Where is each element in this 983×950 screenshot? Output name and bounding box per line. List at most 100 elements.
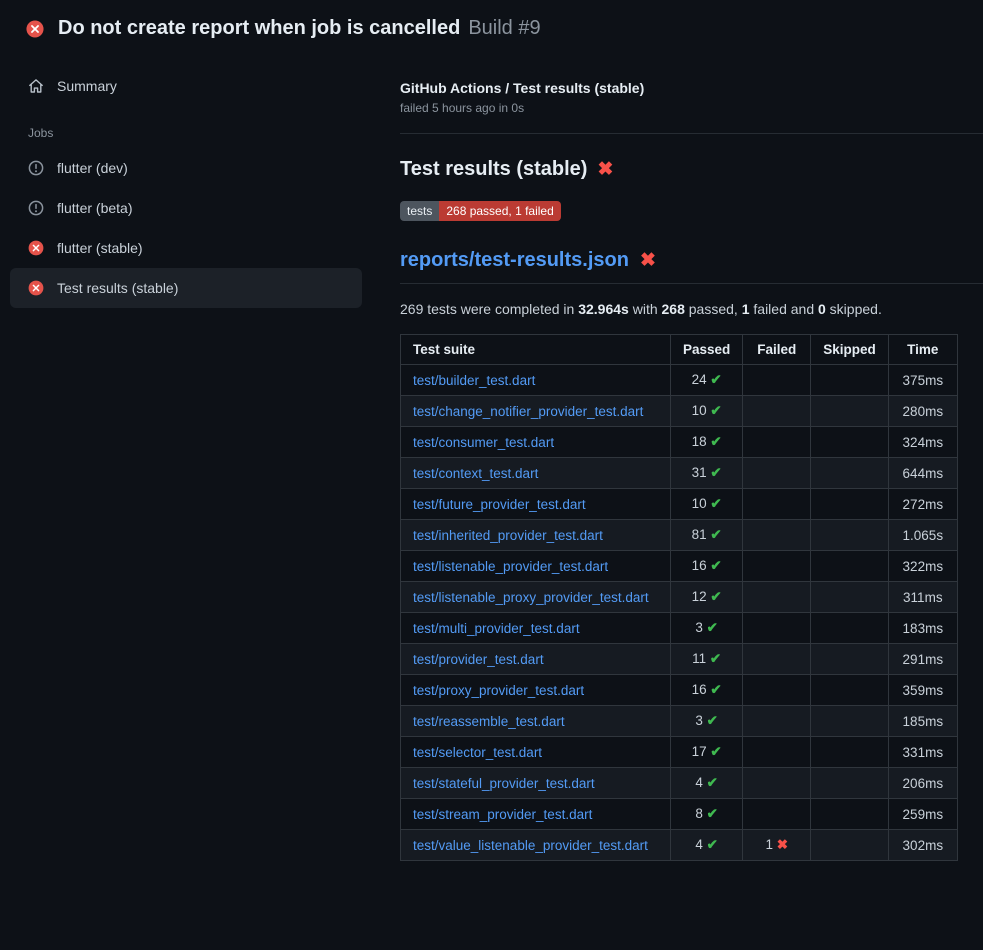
time-cell: 272ms <box>888 489 957 520</box>
test-suite-link[interactable]: test/provider_test.dart <box>413 652 544 667</box>
neutral-status-icon <box>28 200 44 216</box>
sidebar: Summary Jobs flutter (dev) flut <box>0 52 374 308</box>
check-icon: ✔ <box>710 527 721 542</box>
test-suite-link[interactable]: test/multi_provider_test.dart <box>413 621 580 636</box>
check-icon: ✔ <box>710 589 721 604</box>
failed-cell <box>743 520 811 551</box>
check-icon: ✔ <box>710 651 721 666</box>
sidebar-item-label: flutter (stable) <box>57 240 143 256</box>
time-cell: 183ms <box>888 613 957 644</box>
sidebar-item-flutter-dev[interactable]: flutter (dev) <box>10 148 362 188</box>
skipped-cell <box>811 396 889 427</box>
test-suite-link[interactable]: test/change_notifier_provider_test.dart <box>413 404 643 419</box>
sidebar-item-label: Test results (stable) <box>57 280 178 296</box>
test-suite-link[interactable]: test/value_listenable_provider_test.dart <box>413 838 648 853</box>
check-icon: ✔ <box>710 744 721 759</box>
failed-cell <box>743 768 811 799</box>
badge-value: 268 passed, 1 failed <box>439 201 560 221</box>
report-link[interactable]: reports/test-results.json <box>400 249 629 272</box>
check-icon: ✔ <box>710 558 721 573</box>
test-suite-link[interactable]: test/stateful_provider_test.dart <box>413 776 595 791</box>
time-cell: 291ms <box>888 644 957 675</box>
page-header: Do not create report when job is cancell… <box>0 0 983 52</box>
test-suite-link[interactable]: test/builder_test.dart <box>413 373 535 388</box>
time-cell: 331ms <box>888 737 957 768</box>
neutral-status-icon <box>28 160 44 176</box>
check-icon: ✔ <box>710 403 721 418</box>
passed-cell: 17 ✔ <box>671 737 743 768</box>
passed-cell: 3 ✔ <box>671 613 743 644</box>
test-suite-link[interactable]: test/listenable_provider_test.dart <box>413 559 608 574</box>
test-suite-link[interactable]: test/future_provider_test.dart <box>413 497 586 512</box>
summary-text: with <box>629 301 662 317</box>
cross-icon: ✖ <box>597 160 613 179</box>
time-cell: 259ms <box>888 799 957 830</box>
failed-cell <box>743 799 811 830</box>
failed-cell <box>743 427 811 458</box>
sidebar-item-label: flutter (beta) <box>57 200 132 216</box>
report-heading[interactable]: reports/test-results.json ✖ <box>400 249 983 284</box>
failed-cell <box>743 582 811 613</box>
test-suite-link[interactable]: test/consumer_test.dart <box>413 435 554 450</box>
table-row: test/value_listenable_provider_test.dart… <box>401 830 958 861</box>
skipped-cell <box>811 644 889 675</box>
skipped-cell <box>811 582 889 613</box>
skipped-cell <box>811 551 889 582</box>
section-title: Test results (stable) ✖ <box>400 158 983 181</box>
passed-cell: 10 ✔ <box>671 489 743 520</box>
sidebar-item-flutter-beta[interactable]: flutter (beta) <box>10 188 362 228</box>
table-row: test/builder_test.dart 24 ✔ 375ms <box>401 365 958 396</box>
skipped-cell <box>811 365 889 396</box>
skipped-cell <box>811 830 889 861</box>
test-suite-link[interactable]: test/inherited_provider_test.dart <box>413 528 603 543</box>
home-icon <box>28 78 44 94</box>
sidebar-item-flutter-stable[interactable]: flutter (stable) <box>10 228 362 268</box>
summary-text: failed and <box>750 301 819 317</box>
passed-cell: 31 ✔ <box>671 458 743 489</box>
passed-cell: 3 ✔ <box>671 706 743 737</box>
failed-status-icon <box>28 240 44 256</box>
sidebar-item-test-results-stable[interactable]: Test results (stable) <box>10 268 362 308</box>
sidebar-item-summary[interactable]: Summary <box>10 66 362 106</box>
failed-cell <box>743 737 811 768</box>
skipped-cell <box>811 613 889 644</box>
skipped-cell <box>811 489 889 520</box>
jobs-section-label: Jobs <box>10 106 362 148</box>
summary-passed-count: 268 <box>662 301 685 317</box>
time-cell: 644ms <box>888 458 957 489</box>
table-row: test/selector_test.dart 17 ✔ 331ms <box>401 737 958 768</box>
failed-cell <box>743 613 811 644</box>
time-cell: 206ms <box>888 768 957 799</box>
test-suite-link[interactable]: test/listenable_proxy_provider_test.dart <box>413 590 649 605</box>
table-row: test/reassemble_test.dart 3 ✔ 185ms <box>401 706 958 737</box>
summary-failed-count: 1 <box>742 301 750 317</box>
test-suite-link[interactable]: test/stream_provider_test.dart <box>413 807 592 822</box>
results-table-body: test/builder_test.dart 24 ✔ 375ms test/c… <box>401 365 958 861</box>
tests-status-badge: tests 268 passed, 1 failed <box>400 201 561 221</box>
failed-cell <box>743 675 811 706</box>
failed-cell <box>743 644 811 675</box>
passed-cell: 24 ✔ <box>671 365 743 396</box>
page-title: Do not create report when job is cancell… <box>58 17 460 40</box>
section-title-text: Test results (stable) <box>400 158 587 181</box>
test-suite-link[interactable]: test/context_test.dart <box>413 466 538 481</box>
summary-text: passed, <box>685 301 742 317</box>
test-suite-link[interactable]: test/selector_test.dart <box>413 745 542 760</box>
failed-cell: 1 ✖ <box>743 830 811 861</box>
col-header-failed: Failed <box>743 335 811 365</box>
table-row: test/stateful_provider_test.dart 4 ✔ 206… <box>401 768 958 799</box>
table-row: test/multi_provider_test.dart 3 ✔ 183ms <box>401 613 958 644</box>
summary-text: 269 tests were completed in <box>400 301 578 317</box>
skipped-cell <box>811 427 889 458</box>
test-suite-link[interactable]: test/proxy_provider_test.dart <box>413 683 584 698</box>
skipped-cell <box>811 768 889 799</box>
check-icon: ✔ <box>710 682 721 697</box>
passed-cell: 8 ✔ <box>671 799 743 830</box>
table-row: test/stream_provider_test.dart 8 ✔ 259ms <box>401 799 958 830</box>
main-content: GitHub Actions / Test results (stable) f… <box>374 52 983 861</box>
summary-skipped-count: 0 <box>818 301 826 317</box>
passed-cell: 81 ✔ <box>671 520 743 551</box>
time-cell: 324ms <box>888 427 957 458</box>
failed-cell <box>743 706 811 737</box>
test-suite-link[interactable]: test/reassemble_test.dart <box>413 714 565 729</box>
